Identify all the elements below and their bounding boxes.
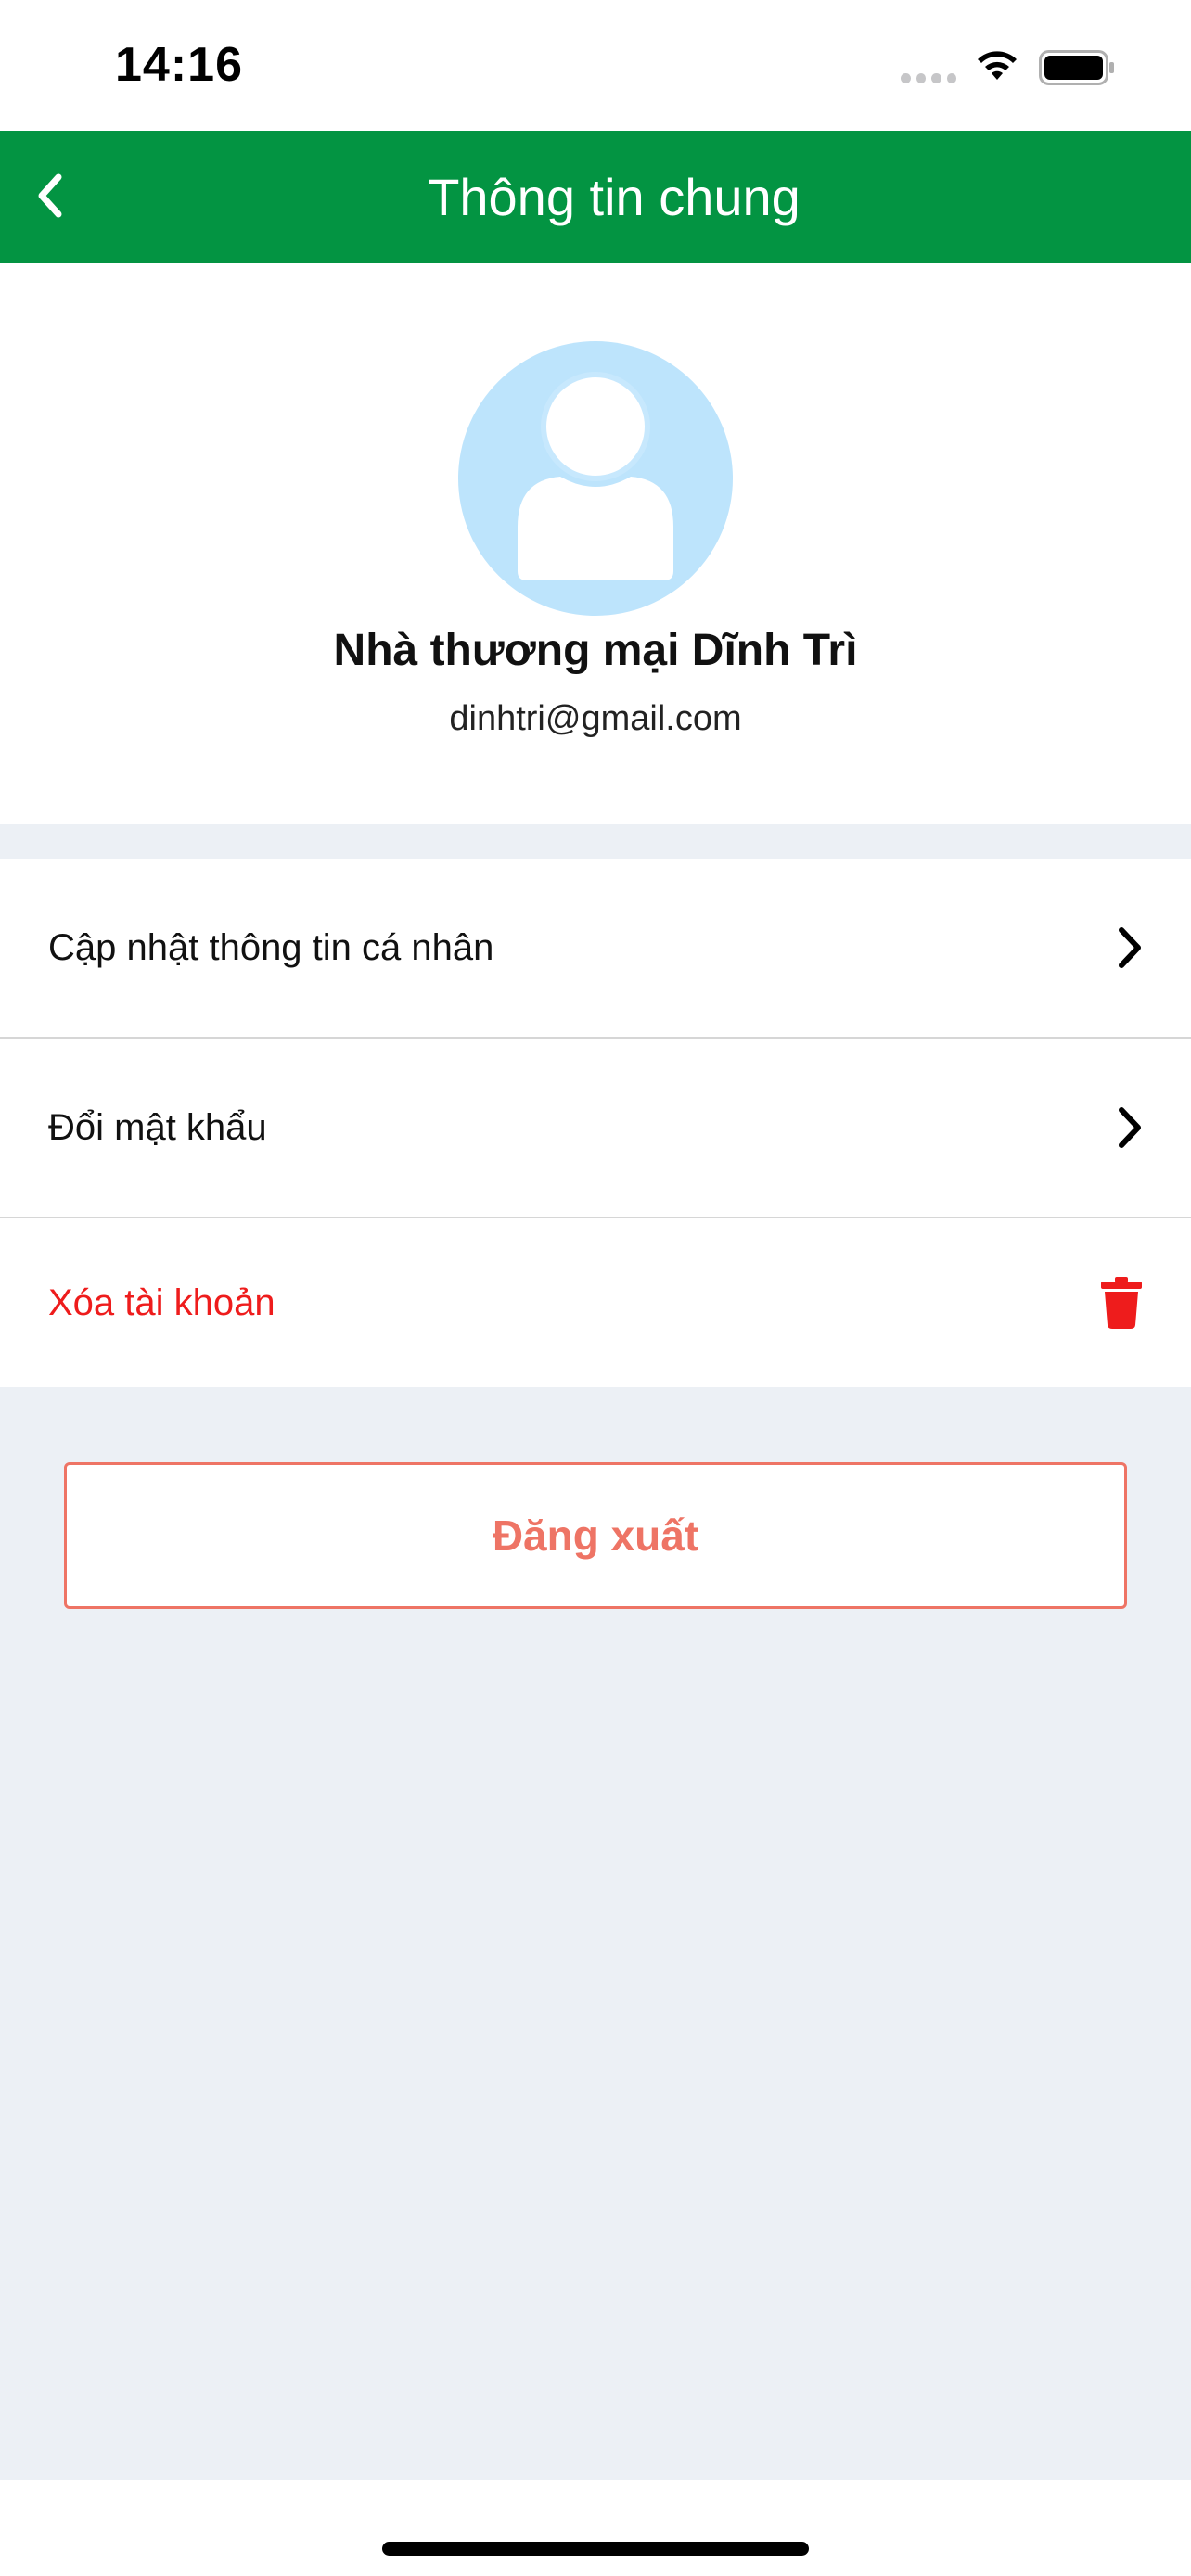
profile-section: Nhà thương mại Dĩnh Trì dinhtri@gmail.co… — [0, 263, 1191, 824]
user-placeholder-icon — [518, 372, 673, 580]
chevron-right-icon — [1117, 1106, 1143, 1149]
menu-item-label: Đổi mật khẩu — [48, 1106, 267, 1148]
settings-menu: Cập nhật thông tin cá nhân Đổi mật khẩu … — [0, 859, 1191, 1387]
menu-item-change-password[interactable]: Đổi mật khẩu — [0, 1039, 1191, 1218]
menu-item-delete-account[interactable]: Xóa tài khoản — [0, 1218, 1191, 1387]
status-bar: 14:16 — [0, 0, 1191, 131]
profile-name: Nhà thương mại Dĩnh Trì — [333, 626, 858, 675]
profile-email: dinhtri@gmail.com — [449, 699, 742, 738]
trash-icon[interactable] — [1100, 1276, 1143, 1330]
wifi-icon — [978, 51, 1017, 80]
page-title: Thông tin chung — [428, 168, 800, 226]
logout-button[interactable]: Đăng xuất — [64, 1462, 1127, 1609]
home-indicator-area — [0, 2480, 1191, 2576]
menu-item-label: Cập nhật thông tin cá nhân — [48, 926, 494, 968]
app-header: Thông tin chung — [0, 131, 1191, 263]
chevron-right-icon — [1117, 926, 1143, 969]
menu-item-update-profile[interactable]: Cập nhật thông tin cá nhân — [0, 859, 1191, 1039]
battery-icon — [1039, 50, 1114, 85]
avatar — [458, 341, 733, 616]
cellular-signal-icon — [901, 73, 956, 83]
home-indicator[interactable] — [382, 2542, 809, 2556]
menu-item-label: Xóa tài khoản — [48, 1282, 275, 1323]
status-time: 14:16 — [115, 38, 243, 92]
